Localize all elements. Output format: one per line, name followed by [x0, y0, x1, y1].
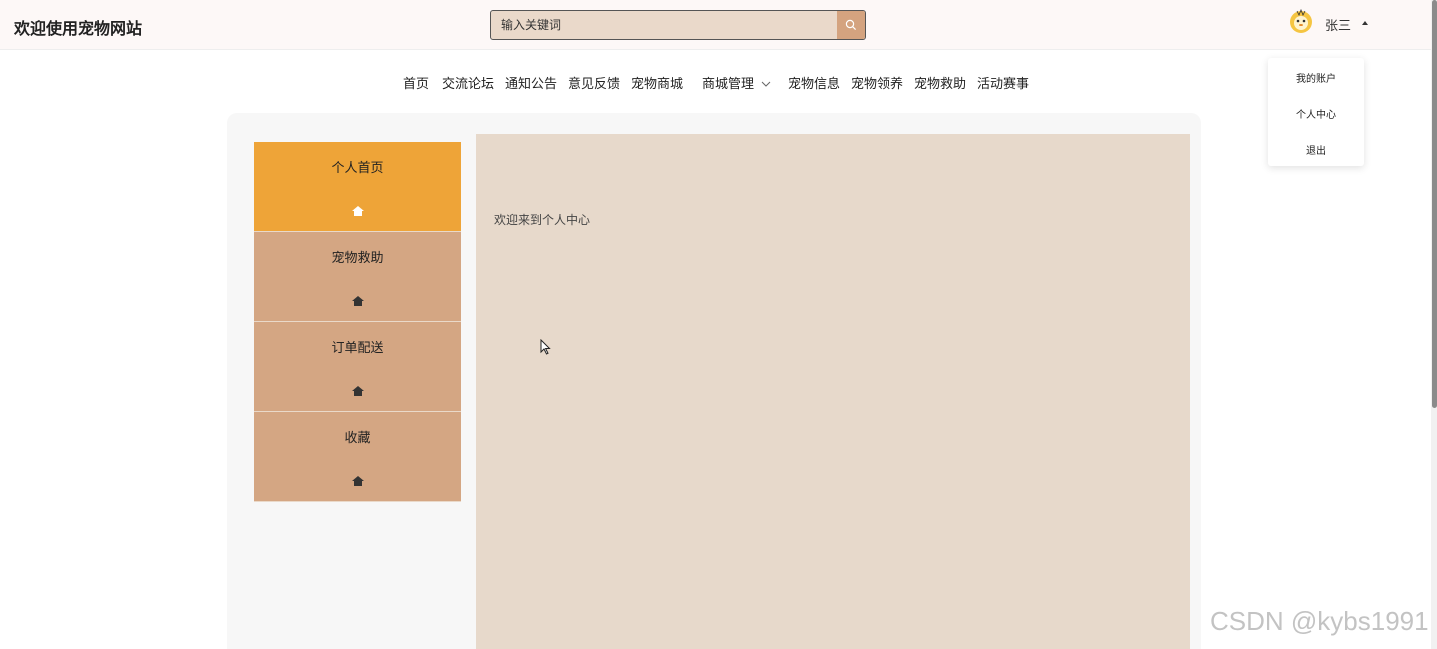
house-icon: [352, 386, 364, 396]
content-area: 欢迎来到个人中心: [476, 134, 1190, 649]
side-menu-item-personal-home[interactable]: 个人首页: [254, 142, 461, 232]
chevron-down-icon: [761, 81, 771, 87]
search-box: [490, 10, 866, 40]
nav-item-pet-rescue[interactable]: 宠物救助: [914, 73, 966, 92]
nav-item-forum[interactable]: 交流论坛: [442, 73, 494, 92]
house-icon: [352, 206, 364, 216]
nav-item-shop-management[interactable]: 商城管理: [702, 73, 771, 92]
nav-item-home[interactable]: 首页: [403, 73, 429, 92]
side-menu-item-label: 个人首页: [331, 161, 384, 176]
side-menu: 个人首页 宠物救助 订单配送 收藏: [254, 142, 462, 502]
nav-item-notices[interactable]: 通知公告: [505, 73, 557, 92]
side-menu-item-label: 宠物救助: [331, 251, 384, 266]
nav-item-pet-shop[interactable]: 宠物商城: [631, 73, 683, 92]
nav-item-pet-info[interactable]: 宠物信息: [788, 73, 840, 92]
watermark: CSDN @kybs1991: [1210, 606, 1429, 636]
avatar[interactable]: [1288, 8, 1314, 34]
top-header: 欢迎使用宠物网站 张三: [0, 0, 1431, 50]
nav-item-shop-management-label: 商城管理: [702, 77, 755, 92]
search-button[interactable]: [837, 11, 865, 39]
caret-up-icon[interactable]: [1362, 21, 1368, 25]
main-nav: 首页 交流论坛 通知公告 意见反馈 宠物商城 商城管理 宠物信息 宠物领养 宠物…: [0, 71, 1431, 92]
page-scrollbar[interactable]: [1431, 0, 1437, 649]
dropdown-item-logout[interactable]: 退出: [1268, 142, 1364, 157]
welcome-text: 欢迎来到个人中心: [494, 213, 591, 227]
site-title: 欢迎使用宠物网站: [14, 19, 143, 38]
nav-item-events[interactable]: 活动赛事: [977, 73, 1029, 92]
side-menu-item-favorites[interactable]: 收藏: [254, 412, 461, 502]
mouse-cursor-icon: [540, 339, 551, 355]
search-input[interactable]: [491, 11, 837, 39]
search-icon: [845, 19, 857, 31]
username[interactable]: 张三: [1325, 15, 1351, 34]
house-icon: [352, 296, 364, 306]
nav-item-feedback[interactable]: 意见反馈: [568, 73, 620, 92]
side-menu-item-label: 收藏: [344, 431, 371, 446]
house-icon: [352, 476, 364, 486]
side-menu-item-label: 订单配送: [331, 341, 384, 356]
nav-item-pet-adoption[interactable]: 宠物领养: [851, 73, 903, 92]
dropdown-item-personal-center[interactable]: 个人中心: [1268, 106, 1364, 121]
side-menu-item-pet-rescue[interactable]: 宠物救助: [254, 232, 461, 322]
side-menu-item-order-delivery[interactable]: 订单配送: [254, 322, 461, 412]
scrollbar-thumb[interactable]: [1432, 0, 1437, 408]
